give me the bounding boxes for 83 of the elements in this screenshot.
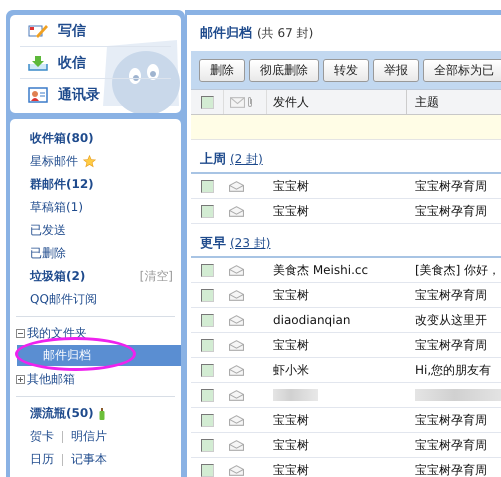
sidebar-action[interactable]: 收信 (20, 46, 171, 78)
folder-link[interactable]: 已删除 (30, 245, 66, 262)
row-checkbox[interactable] (200, 438, 214, 452)
group-count-link[interactable]: (2 封) (230, 151, 263, 168)
subject-cell-text: 宝宝树孕育周 (414, 178, 487, 194)
select-all-checkbox[interactable] (200, 96, 214, 108)
column-header[interactable]: 主题 (407, 94, 439, 110)
toolbar-button[interactable]: 全部标为已 (423, 58, 501, 82)
envelope-icon (229, 314, 244, 326)
group-count-link[interactable]: (23 封) (230, 235, 270, 252)
bottle-icon (98, 408, 105, 420)
app-link[interactable]: 漂流瓶(50) (30, 405, 94, 422)
app-link[interactable]: 日历 (30, 451, 54, 468)
envelope-icon (229, 340, 244, 350)
folder-link[interactable]: 收件箱(80) (30, 130, 94, 147)
subject-cell-text: [美食杰] 你好， (414, 262, 500, 278)
subject-cell-text: 宝宝树孕育周 (414, 286, 487, 304)
envelope-icon (229, 290, 244, 300)
folder-link[interactable]: 星标邮件 (30, 153, 78, 170)
blurred-sender (273, 389, 318, 401)
sender-cell-text: diaodianqian (272, 313, 352, 327)
subject-cell-text: 宝宝树孕育周 (414, 412, 487, 428)
folder-link[interactable]: 已发送 (30, 222, 66, 239)
app-link[interactable]: 明信片 (71, 428, 107, 445)
folder-link[interactable]: 垃圾箱(2) (30, 268, 86, 285)
row-checkbox[interactable] (200, 338, 214, 352)
sender-cell-text: 宝宝树 (272, 178, 310, 194)
group-label: 上周 (200, 151, 226, 168)
row-checkbox[interactable] (200, 180, 214, 192)
folder-title: 邮件归档 (200, 25, 252, 42)
folder-link[interactable]: QQ邮件订阅 (30, 291, 97, 308)
contact-card-icon (28, 86, 48, 102)
pencil-letter-icon (28, 22, 48, 38)
folder-link[interactable]: 群邮件(12) (30, 176, 94, 193)
envelope-icon (230, 96, 245, 108)
toolbar-button[interactable]: 举报 (373, 58, 419, 82)
envelope-icon (229, 364, 244, 376)
star-icon (83, 155, 96, 168)
envelope-icon (229, 180, 244, 192)
subject-cell-text: 宝宝树孕育周 (414, 202, 487, 220)
subject-cell-text: 宝宝树孕育周 (414, 462, 487, 477)
row-checkbox[interactable] (200, 388, 214, 402)
row-checkbox[interactable] (200, 414, 214, 426)
row-checkbox[interactable] (200, 264, 214, 276)
row-checkbox[interactable] (200, 464, 214, 476)
sender-cell-text: 宝宝树 (272, 462, 310, 477)
sender-cell-text: 虾小米 (272, 362, 310, 378)
group-label: 更早 (200, 235, 226, 252)
toolbar-button[interactable]: 删除 (199, 58, 245, 82)
app-link[interactable]: 记事本 (71, 451, 107, 468)
toolbar-button[interactable]: 彻底删除 (249, 58, 319, 82)
sender-cell-text: 美食杰 Meishi.cc (272, 262, 370, 278)
subject-cell-text: Hi,您的朋友有 (414, 362, 492, 378)
folder-link[interactable]: 草稿箱(1) (30, 199, 83, 216)
mail-count: (共 67 封) (257, 24, 314, 42)
envelope-icon (229, 464, 244, 476)
collapse-icon[interactable] (16, 329, 25, 338)
column-header[interactable]: 发件人 (267, 90, 407, 114)
sender-cell-text: 宝宝树 (272, 336, 310, 354)
envelope-icon (229, 440, 244, 450)
row-checkbox[interactable] (200, 288, 214, 302)
sender-cell-text: 宝宝树 (272, 436, 310, 454)
sender-cell-text: 宝宝树 (272, 286, 310, 304)
subject-cell-text: 宝宝树孕育周 (414, 336, 487, 354)
folder-group-label[interactable]: 其他邮箱 (27, 371, 75, 388)
row-checkbox[interactable] (200, 314, 214, 326)
subject-cell-text: 宝宝树孕育周 (414, 436, 487, 454)
row-checkbox[interactable] (200, 364, 214, 376)
download-tray-icon (28, 54, 48, 70)
sidebar-action[interactable]: 通讯录 (20, 78, 171, 110)
sidebar-action[interactable]: 写信 (20, 15, 171, 46)
envelope-icon (229, 206, 244, 216)
app-link[interactable]: 贺卡 (30, 428, 54, 445)
row-checkbox[interactable] (200, 204, 214, 218)
sender-cell-text: 宝宝树 (272, 202, 310, 220)
expand-icon[interactable] (16, 375, 25, 384)
paperclip-icon (247, 96, 253, 108)
envelope-icon (229, 414, 244, 426)
envelope-icon (229, 264, 244, 276)
subject-cell-text: 改变从这里开 (414, 312, 487, 328)
envelope-icon (229, 390, 244, 400)
sender-cell-text: 宝宝树 (272, 412, 310, 428)
toolbar-button[interactable]: 转发 (323, 58, 369, 82)
